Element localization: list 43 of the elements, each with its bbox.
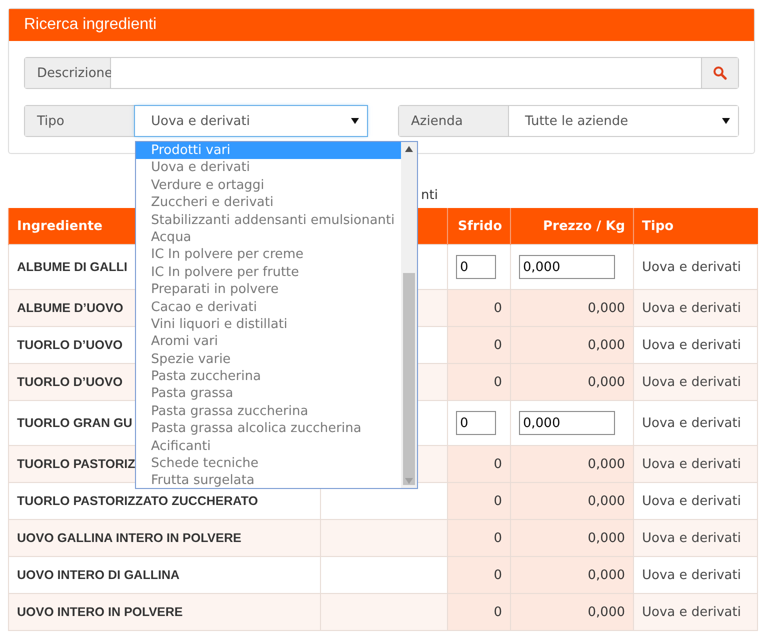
column-header: Tipo <box>634 208 758 244</box>
table-cell: 0 <box>448 446 510 482</box>
table-cell: UOVO INTERO IN POLVERE <box>8 594 320 630</box>
table-cell: UOVO GALLINA INTERO IN POLVERE <box>8 520 320 556</box>
table-cell: Uova e derivati <box>634 446 758 482</box>
table-cell: Uova e derivati <box>634 290 758 326</box>
table-cell: 0 <box>448 594 510 630</box>
search-button[interactable] <box>701 58 738 88</box>
search-field[interactable]: Descrizione <box>24 57 739 89</box>
field-label: Descrizione <box>25 58 111 88</box>
input-field[interactable]: 0,000 <box>519 255 615 279</box>
table-cell: 0,000 <box>510 326 634 364</box>
table-cell: Uova e derivati <box>634 520 758 556</box>
table-cell: 0,000 <box>510 290 634 326</box>
table-cell: 0 <box>448 326 510 364</box>
table-cell: Uova e derivati <box>634 594 758 630</box>
dropdown-option[interactable]: Verdure e ortaggi <box>136 176 401 194</box>
table-cell: 0 <box>448 520 510 556</box>
table-cell: 0,000 <box>510 556 634 594</box>
table-cell: 0,000 <box>510 446 634 482</box>
column-header: Prezzo / Kg <box>510 208 634 244</box>
table-cell: 0 <box>448 556 510 594</box>
table-cell: 0 <box>448 482 510 520</box>
table-cell: Uova e derivati <box>634 364 758 400</box>
column-header: Sfrido <box>448 208 510 244</box>
table-cell: 0,000 <box>510 594 634 630</box>
table-cell: 0,000 <box>510 482 634 520</box>
input-field[interactable]: 0 <box>456 411 496 435</box>
table-cell: 0,000 <box>510 364 634 400</box>
scrollbar-thumb[interactable] <box>403 273 415 485</box>
table-cell: 0 <box>448 290 510 326</box>
scroll-down-icon[interactable] <box>405 478 413 484</box>
panel-title: Ricerca ingredienti <box>9 9 754 41</box>
result-count: nti <box>421 188 439 205</box>
table-cell: 0 <box>448 364 510 400</box>
search-icon <box>713 66 727 80</box>
input-field[interactable]: 0,000 <box>519 411 615 435</box>
dropdown-option[interactable]: Uova e derivati <box>136 159 401 177</box>
table-cell: 0,000 <box>510 520 634 556</box>
scroll-up-icon[interactable] <box>405 146 413 152</box>
dropdown-option[interactable]: Prodotti vari <box>136 142 401 160</box>
scrollbar[interactable] <box>401 142 417 488</box>
input-field[interactable]: 0 <box>456 255 496 279</box>
